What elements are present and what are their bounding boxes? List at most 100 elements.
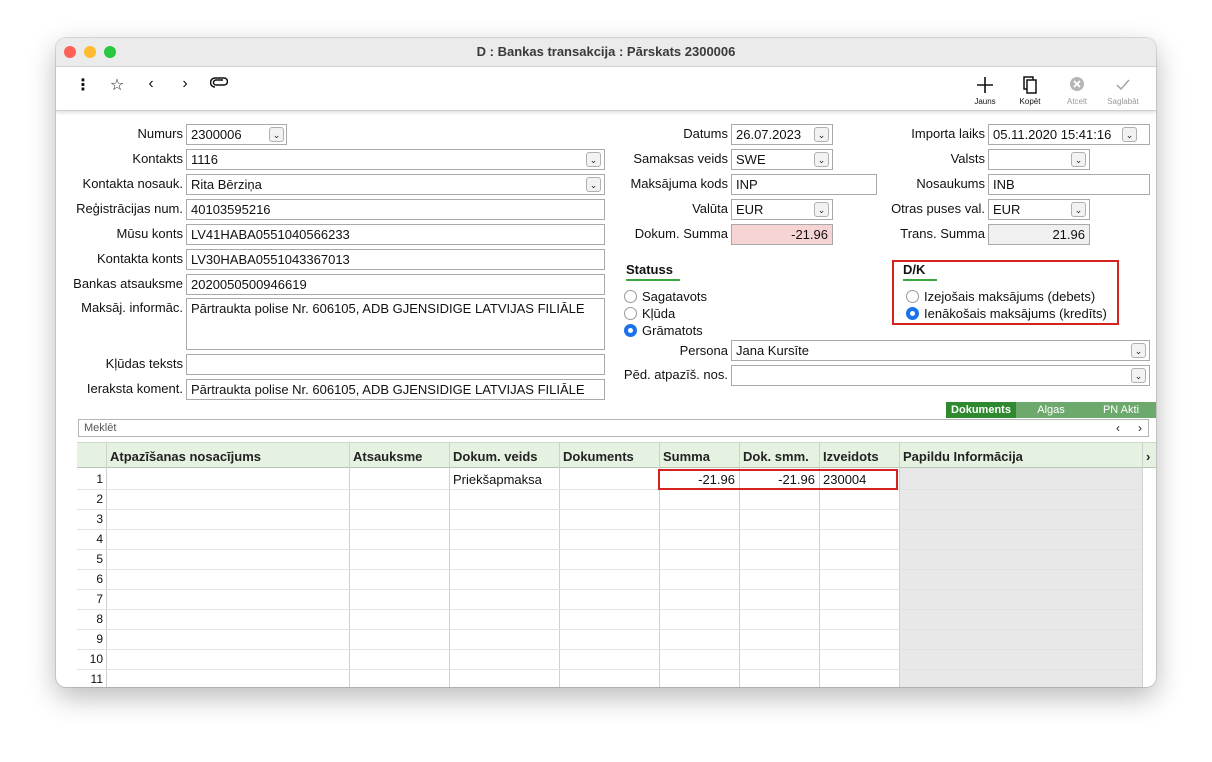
kontakta-nosauk-field[interactable]: Rita Bērziņa [186, 174, 605, 195]
chevron-down-icon[interactable]: ⌄ [586, 177, 601, 192]
statuss-heading: Statuss [626, 262, 680, 281]
new-button[interactable]: Jauns [963, 75, 1007, 106]
maksajuma-kods-field[interactable]: INP [731, 174, 877, 195]
cancel-button[interactable]: Atcelt [1055, 75, 1099, 106]
checkmark-icon [1101, 75, 1145, 95]
row-divider [77, 649, 1142, 650]
row-divider [77, 509, 1142, 510]
row-number: 10 [89, 652, 103, 666]
datums-label: Datums [683, 126, 728, 141]
persona-field[interactable]: Jana Kursīte [731, 340, 1150, 361]
dokum-summa-label: Dokum. Summa [634, 226, 728, 241]
column-header[interactable]: Dok. smm. [743, 449, 809, 464]
chevron-right-icon[interactable]: › [1146, 449, 1150, 464]
kludas-teksts-field[interactable] [186, 354, 605, 375]
title-bar: D : Bankas transakcija : Pārskats 230000… [56, 38, 1156, 67]
valsts-label: Valsts [950, 151, 985, 166]
chevron-down-icon[interactable]: ⌄ [814, 202, 829, 217]
search-field[interactable]: Meklēt ‹ › [78, 419, 1149, 437]
nosaukums-field[interactable]: INB [988, 174, 1150, 195]
chevron-down-icon[interactable]: ⌄ [1131, 368, 1146, 383]
column-header[interactable]: Summa [663, 449, 710, 464]
maksaj-informac-label: Maksāj. informāc. [81, 300, 183, 315]
dk-radio-debets[interactable] [906, 290, 919, 303]
row-divider [77, 549, 1142, 550]
column-header[interactable]: Dokum. veids [453, 449, 538, 464]
more-vertical-icon[interactable]: ⋮ [72, 75, 94, 95]
ped-atpazis-nos-label: Pēd. atpazīš. nos. [623, 367, 728, 382]
column-header[interactable]: Dokuments [563, 449, 634, 464]
chevron-down-icon[interactable]: ⌄ [1122, 127, 1137, 142]
tab-pn-akti[interactable]: PN Akti [1086, 402, 1156, 418]
statuss-radio-gramatots[interactable] [624, 324, 637, 337]
samaksas-veids-label: Samaksas veids [633, 151, 728, 166]
dk-option-label: Ienākošais maksājums (kredīts) [924, 306, 1107, 321]
row-divider [77, 609, 1142, 610]
dk-option-label: Izejošais maksājums (debets) [924, 289, 1096, 304]
chevron-down-icon[interactable]: ⌄ [586, 152, 601, 167]
chevron-down-icon[interactable]: ⌄ [1071, 152, 1086, 167]
registracijas-num-field[interactable]: 40103595216 [186, 199, 605, 220]
transactions-grid: Atpazīšanas nosacījums Atsauksme Dokum. … [77, 442, 1156, 687]
chevron-right-icon[interactable]: › [174, 75, 196, 93]
chevron-left-icon[interactable]: ‹ [1116, 421, 1120, 435]
row-divider [77, 629, 1142, 630]
row-number: 9 [96, 632, 103, 646]
kontakts-field[interactable]: 1116 [186, 149, 605, 170]
column-divider [1142, 442, 1143, 687]
toolbar: ⋮ ☆ ‹ › Jauns Kopēt Atcelt Saglabāt [56, 67, 1156, 111]
kontakta-konts-label: Kontakta konts [97, 251, 183, 266]
chevron-down-icon[interactable]: ⌄ [1131, 343, 1146, 358]
row-number: 2 [96, 492, 103, 506]
row-divider [77, 589, 1142, 590]
chevron-down-icon[interactable]: ⌄ [269, 127, 284, 142]
statuss-radio-kluda[interactable] [624, 307, 637, 320]
table-cell[interactable]: Priekšapmaksa [453, 472, 555, 487]
maksaj-informac-textarea[interactable]: Pārtraukta polise Nr. 606105, ADB GJENSI… [186, 298, 605, 350]
paperclip-icon[interactable] [208, 75, 230, 93]
chevron-right-icon[interactable]: › [1138, 421, 1142, 435]
valuta-label: Valūta [692, 201, 728, 216]
tab-dokuments[interactable]: Dokuments [946, 402, 1016, 418]
star-icon[interactable]: ☆ [106, 75, 128, 95]
copy-icon [1008, 75, 1052, 95]
ped-atpazis-nos-field[interactable] [731, 365, 1150, 386]
grid-header: Atpazīšanas nosacījums Atsauksme Dokum. … [77, 442, 1156, 468]
row-divider [77, 569, 1142, 570]
column-header[interactable]: Atpazīšanas nosacījums [110, 449, 261, 464]
importa-laiks-label: Importa laiks [911, 126, 985, 141]
column-header[interactable]: Papildu Informācija [903, 449, 1023, 464]
statuss-option-label: Kļūda [642, 306, 676, 321]
tab-algas[interactable]: Algas [1016, 402, 1086, 418]
chevron-left-icon[interactable]: ‹ [140, 75, 162, 93]
chevron-down-icon[interactable]: ⌄ [814, 127, 829, 142]
save-button[interactable]: Saglabāt [1101, 75, 1145, 106]
dokum-summa-field[interactable]: -21.96 [731, 224, 833, 245]
row-number: 8 [96, 612, 103, 626]
row-divider [77, 669, 1142, 670]
persona-label: Persona [679, 343, 728, 358]
statuss-option-label: Grāmatots [642, 323, 703, 338]
column-divider [106, 442, 107, 687]
column-header[interactable]: Atsauksme [353, 449, 422, 464]
copy-button[interactable]: Kopēt [1008, 75, 1052, 106]
statuss-radio-sagatavots[interactable] [624, 290, 637, 303]
column-divider [899, 442, 900, 687]
column-divider [559, 442, 560, 687]
column-header[interactable]: Izveidots [823, 449, 879, 464]
kontakta-konts-field[interactable]: LV30HABA0551043367013 [186, 249, 605, 270]
registracijas-num-label: Reģistrācijas num. [76, 201, 183, 216]
row-number: 3 [96, 512, 103, 526]
bankas-atsauksme-field[interactable]: 2020050500946619 [186, 274, 605, 295]
row-highlight-box [658, 469, 898, 490]
row-divider [77, 489, 1142, 490]
row-number: 6 [96, 572, 103, 586]
cancel-circle-icon [1055, 75, 1099, 95]
ieraksta-koment-field[interactable]: Pārtraukta polise Nr. 606105, ADB GJENSI… [186, 379, 605, 400]
column-divider [349, 442, 350, 687]
dk-radio-kredits[interactable] [906, 307, 919, 320]
musu-konts-field[interactable]: LV41HABA0551040566233 [186, 224, 605, 245]
chevron-down-icon[interactable]: ⌄ [1071, 202, 1086, 217]
chevron-down-icon[interactable]: ⌄ [814, 152, 829, 167]
otras-puses-val-label: Otras puses val. [891, 201, 985, 216]
